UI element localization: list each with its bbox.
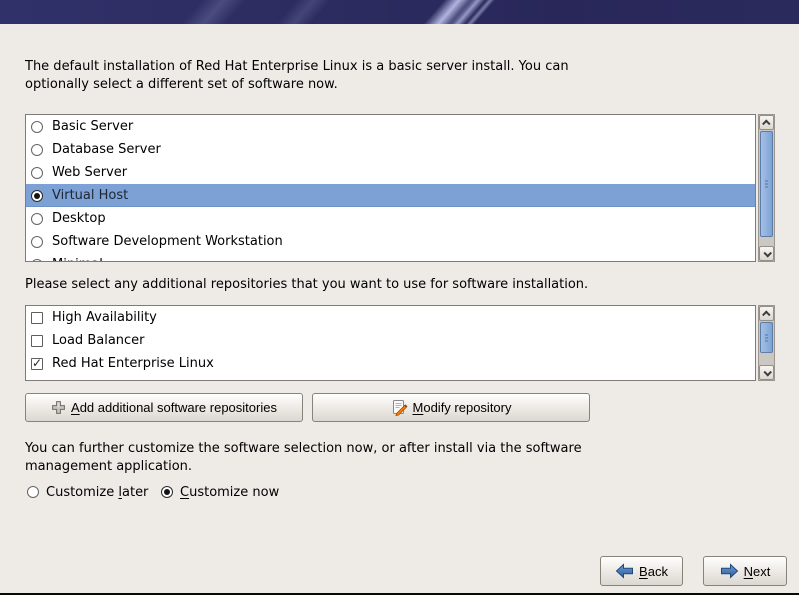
modify-repository-label: Modify repository [413, 400, 512, 415]
header-banner [0, 0, 799, 24]
banner-streak [171, 0, 253, 24]
scroll-up-button[interactable] [759, 306, 774, 321]
customize-now-label: Customize now [180, 485, 279, 500]
chevron-up-icon [762, 119, 770, 127]
group-option-software-dev-workstation[interactable]: Software Development Workstation [26, 230, 755, 253]
group-option-minimal[interactable]: Minimal [26, 253, 755, 262]
radio-icon [31, 167, 43, 179]
scrollbar-thumb[interactable] [760, 322, 773, 353]
checkbox-icon[interactable] [31, 335, 43, 347]
radio-icon [31, 236, 43, 248]
repo-option-label: Resilient Storage [52, 379, 162, 381]
scrollbar-thumb[interactable] [760, 131, 773, 237]
radio-icon [31, 144, 43, 156]
repo-option-rhel[interactable]: Red Hat Enterprise Linux [26, 352, 755, 375]
group-option-basic-server[interactable]: Basic Server [26, 115, 755, 138]
checkbox-icon[interactable] [31, 312, 43, 324]
modify-repository-button[interactable]: Modify repository [312, 393, 590, 422]
group-option-label: Basic Server [52, 119, 133, 134]
group-option-label: Desktop [52, 211, 106, 226]
repo-option-high-availability[interactable]: High Availability [26, 306, 755, 329]
radio-icon[interactable] [27, 486, 39, 498]
group-option-label: Database Server [52, 142, 161, 157]
group-option-virtual-host[interactable]: Virtual Host [26, 184, 755, 207]
next-arrow-icon [720, 563, 739, 579]
repo-list-scrollbar[interactable] [758, 305, 775, 381]
customize-text: You can further customize the software s… [25, 440, 582, 476]
radio-icon [31, 213, 43, 225]
group-option-label: Virtual Host [52, 188, 128, 203]
group-option-web-server[interactable]: Web Server [26, 161, 755, 184]
customize-line-1: You can further customize the software s… [25, 440, 582, 458]
edit-document-icon [391, 399, 408, 416]
group-option-label: Minimal [52, 257, 103, 262]
repo-option-label: High Availability [52, 310, 157, 325]
group-list-scrollbar[interactable] [758, 114, 775, 262]
chevron-down-icon [763, 368, 771, 376]
intro-line-1: The default installation of Red Hat Ente… [25, 58, 569, 76]
scroll-down-button[interactable] [759, 246, 774, 261]
bottom-strip [0, 595, 799, 601]
radio-selected-icon [31, 190, 43, 202]
repo-option-label: Red Hat Enterprise Linux [52, 356, 214, 371]
group-option-label: Software Development Workstation [52, 234, 283, 249]
next-label: Next [744, 564, 771, 579]
repository-list: High Availability Load Balancer Red Hat … [25, 305, 756, 381]
checkbox-checked-icon[interactable] [31, 358, 43, 370]
installer-window: The default installation of Red Hat Ente… [0, 0, 799, 601]
customize-later-option[interactable]: Customize later [27, 485, 148, 499]
intro-text: The default installation of Red Hat Ente… [25, 58, 569, 94]
banner-streak [266, 0, 338, 24]
back-button[interactable]: Back [600, 556, 683, 586]
scroll-down-button[interactable] [759, 365, 774, 380]
back-arrow-icon [615, 563, 634, 579]
chevron-up-icon [762, 310, 770, 318]
group-option-desktop[interactable]: Desktop [26, 207, 755, 230]
chevron-down-icon [763, 249, 771, 257]
radio-selected-icon[interactable] [161, 486, 173, 498]
radio-icon [31, 259, 43, 263]
group-option-label: Web Server [52, 165, 127, 180]
checkbox-icon[interactable] [31, 381, 43, 382]
software-group-list: Basic Server Database Server Web Server … [25, 114, 756, 262]
customize-now-option[interactable]: Customize now [161, 485, 279, 499]
scroll-up-button[interactable] [759, 115, 774, 130]
customize-line-2: management application. [25, 458, 582, 476]
repo-option-label: Load Balancer [52, 333, 145, 348]
repo-option-resilient-storage[interactable]: Resilient Storage [26, 375, 755, 381]
add-repositories-label: Add additional software repositories [71, 400, 277, 415]
repo-option-load-balancer[interactable]: Load Balancer [26, 329, 755, 352]
add-plus-icon [51, 400, 66, 415]
repo-intro-text: Please select any additional repositorie… [25, 276, 588, 294]
customize-later-label: Customize later [46, 485, 148, 500]
radio-icon [31, 121, 43, 133]
back-label: Back [639, 564, 668, 579]
add-repositories-button[interactable]: Add additional software repositories [25, 393, 303, 422]
intro-line-2: optionally select a different set of sof… [25, 76, 569, 94]
next-button[interactable]: Next [703, 556, 787, 586]
group-option-database-server[interactable]: Database Server [26, 138, 755, 161]
